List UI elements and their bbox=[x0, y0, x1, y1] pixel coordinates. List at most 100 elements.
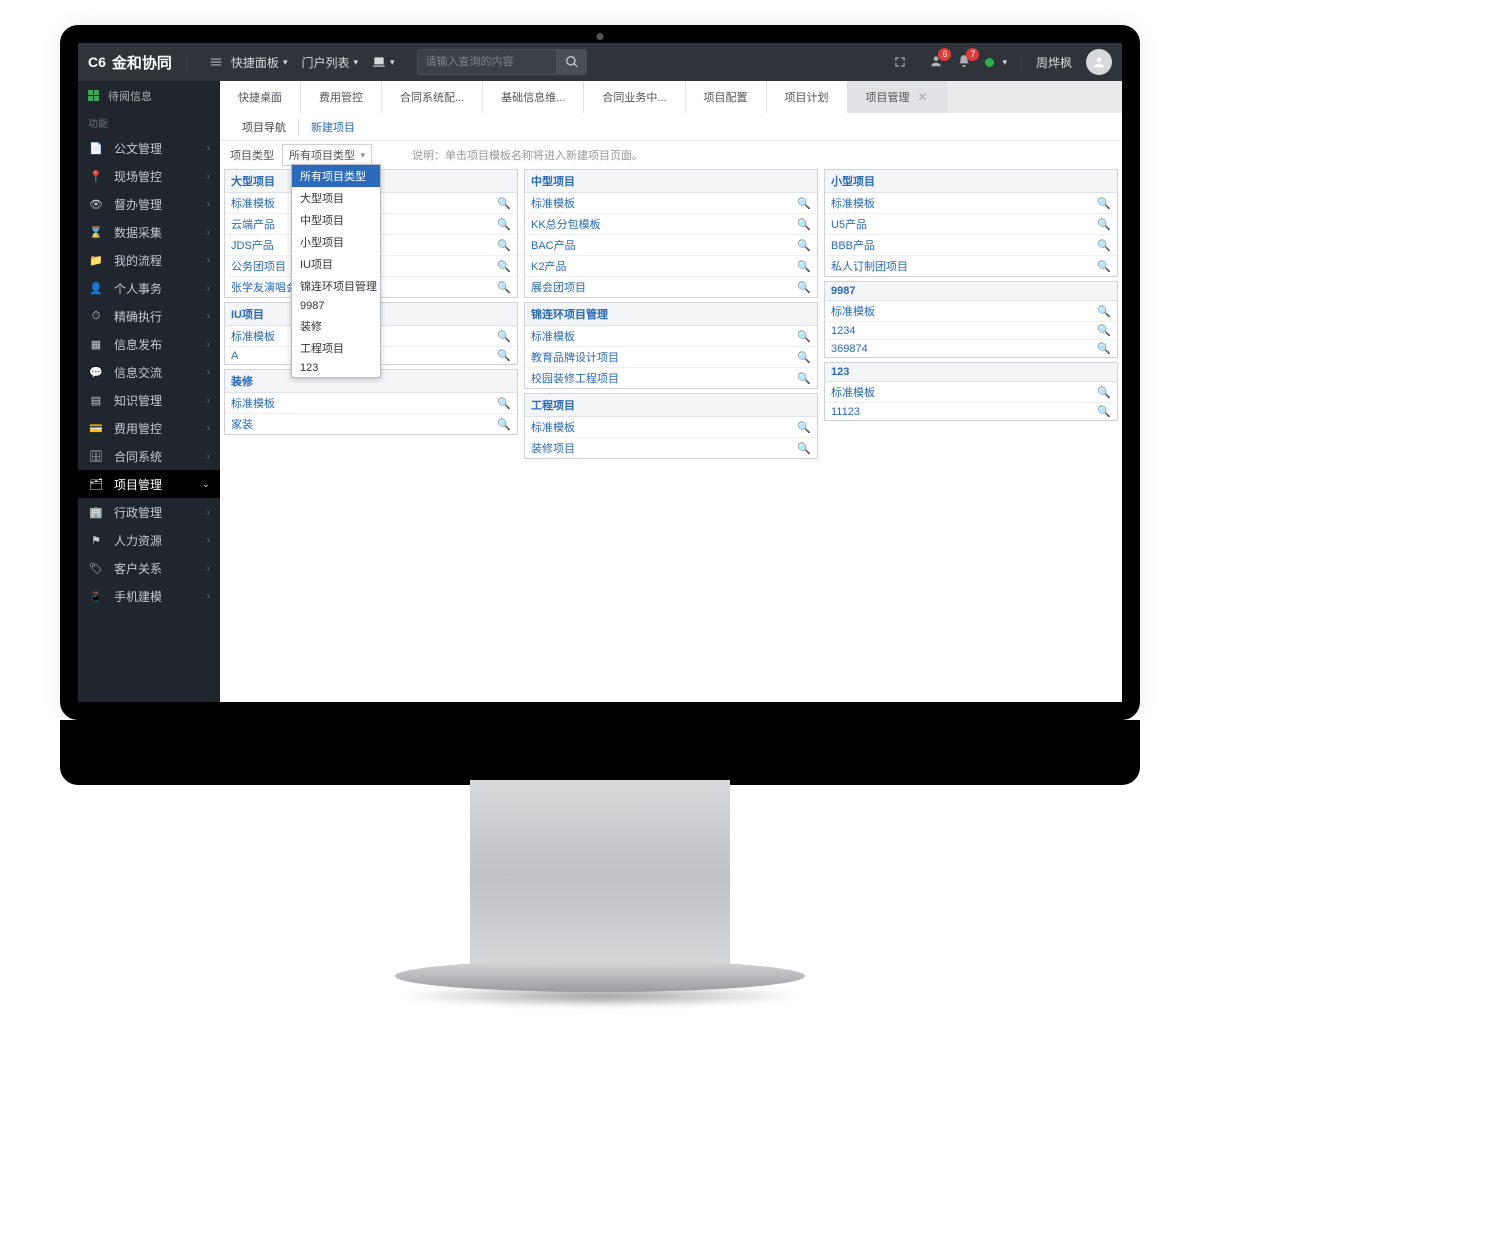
tab-5[interactable]: 项目配置 bbox=[686, 81, 767, 113]
sidebar-item-12[interactable]: 🗂项目管理⌄ bbox=[78, 470, 220, 498]
template-row[interactable]: KK总分包模板🔍 bbox=[525, 214, 817, 235]
sidebar-item-1[interactable]: 📍现场管控› bbox=[78, 162, 220, 190]
dropdown-option[interactable]: 9987 bbox=[292, 297, 380, 315]
template-row[interactable]: K2产品🔍 bbox=[525, 256, 817, 277]
magnifier-icon[interactable]: 🔍 bbox=[497, 349, 511, 362]
magnifier-icon[interactable]: 🔍 bbox=[1097, 386, 1111, 399]
template-row[interactable]: 369874🔍 bbox=[825, 340, 1117, 357]
template-row[interactable]: 标准模板🔍 bbox=[825, 382, 1117, 403]
device-dropdown[interactable]: ▾ bbox=[372, 55, 395, 69]
subtab-nav[interactable]: 项目导航 bbox=[230, 119, 299, 135]
sidebar-item-9[interactable]: ▤知识管理› bbox=[78, 386, 220, 414]
magnifier-icon[interactable]: 🔍 bbox=[1097, 239, 1111, 252]
sidebar-item-15[interactable]: 🏷客户关系› bbox=[78, 554, 220, 582]
template-row[interactable]: 标准模板🔍 bbox=[525, 417, 817, 438]
magnifier-icon[interactable]: 🔍 bbox=[497, 218, 511, 231]
template-row[interactable]: 装修项目🔍 bbox=[525, 438, 817, 458]
sidebar-item-16[interactable]: 📱手机建模› bbox=[78, 582, 220, 610]
sidebar-item-11[interactable]: 🗄合同系统› bbox=[78, 442, 220, 470]
status-dropdown[interactable]: ▾ bbox=[985, 57, 1007, 68]
tab-7[interactable]: 项目管理✕ bbox=[848, 81, 947, 113]
magnifier-icon[interactable]: 🔍 bbox=[797, 442, 811, 455]
magnifier-icon[interactable]: 🔍 bbox=[1097, 305, 1111, 318]
magnifier-icon[interactable]: 🔍 bbox=[797, 372, 811, 385]
sidebar-item-7[interactable]: ▦信息发布› bbox=[78, 330, 220, 358]
magnifier-icon[interactable]: 🔍 bbox=[797, 281, 811, 294]
template-row[interactable]: 展会团项目🔍 bbox=[525, 277, 817, 297]
sidebar-item-5[interactable]: 👤个人事务› bbox=[78, 274, 220, 302]
template-row[interactable]: 教育品牌设计项目🔍 bbox=[525, 347, 817, 368]
template-row[interactable]: 标准模板🔍 bbox=[525, 326, 817, 347]
dropdown-option[interactable]: 装修 bbox=[292, 315, 380, 337]
template-row[interactable]: 校园装修工程项目🔍 bbox=[525, 368, 817, 388]
template-row[interactable]: BAC产品🔍 bbox=[525, 235, 817, 256]
magnifier-icon[interactable]: 🔍 bbox=[797, 197, 811, 210]
magnifier-icon[interactable]: 🔍 bbox=[797, 239, 811, 252]
sidebar-item-2[interactable]: 👁督办管理› bbox=[78, 190, 220, 218]
bell-icon[interactable]: 7 bbox=[957, 54, 971, 71]
dropdown-option[interactable]: 123 bbox=[292, 359, 380, 377]
tab-4[interactable]: 合同业务中... bbox=[584, 81, 685, 113]
template-row[interactable]: 11123🔍 bbox=[825, 403, 1117, 420]
template-row[interactable]: U5产品🔍 bbox=[825, 214, 1117, 235]
template-row[interactable]: 标准模板🔍 bbox=[525, 193, 817, 214]
magnifier-icon[interactable]: 🔍 bbox=[497, 330, 511, 343]
magnifier-icon[interactable]: 🔍 bbox=[797, 218, 811, 231]
template-row[interactable]: BBB产品🔍 bbox=[825, 235, 1117, 256]
magnifier-icon[interactable]: 🔍 bbox=[497, 239, 511, 252]
tab-0[interactable]: 快捷桌面 bbox=[220, 81, 301, 113]
sidebar-item-14[interactable]: ⚑人力资源› bbox=[78, 526, 220, 554]
template-row[interactable]: 1234🔍 bbox=[825, 322, 1117, 340]
dropdown-option[interactable]: IU项目 bbox=[292, 253, 380, 275]
template-row[interactable]: 标准模板🔍 bbox=[825, 193, 1117, 214]
magnifier-icon[interactable]: 🔍 bbox=[797, 330, 811, 343]
search-input[interactable] bbox=[417, 49, 557, 75]
sidebar-item-0[interactable]: 📄公文管理› bbox=[78, 134, 220, 162]
dropdown-option[interactable]: 所有项目类型 bbox=[292, 165, 380, 187]
sidebar-item-8[interactable]: 💬信息交流› bbox=[78, 358, 220, 386]
menu-toggle-icon[interactable] bbox=[205, 51, 227, 73]
magnifier-icon[interactable]: 🔍 bbox=[1097, 342, 1111, 355]
dropdown-option[interactable]: 大型项目 bbox=[292, 187, 380, 209]
close-icon[interactable]: ✕ bbox=[918, 90, 928, 104]
search-button[interactable] bbox=[557, 49, 587, 75]
template-row[interactable]: 标准模板🔍 bbox=[225, 393, 517, 414]
tab-3[interactable]: 基础信息维... bbox=[483, 81, 584, 113]
subtab-new-project[interactable]: 新建项目 bbox=[299, 119, 367, 135]
magnifier-icon[interactable]: 🔍 bbox=[497, 397, 511, 410]
tab-2[interactable]: 合同系统配... bbox=[382, 81, 483, 113]
magnifier-icon[interactable]: 🔍 bbox=[797, 421, 811, 434]
template-row[interactable]: 标准模板🔍 bbox=[825, 301, 1117, 322]
project-type-select[interactable]: 所有项目类型 ▾ bbox=[282, 144, 372, 166]
magnifier-icon[interactable]: 🔍 bbox=[497, 197, 511, 210]
sidebar-item-13[interactable]: 🏢行政管理› bbox=[78, 498, 220, 526]
nav-top-messages[interactable]: 待阅信息 bbox=[78, 81, 220, 111]
quick-panel-dropdown[interactable]: 快捷面板 ▾ bbox=[231, 54, 288, 71]
sidebar-item-3[interactable]: ⌛数据采集› bbox=[78, 218, 220, 246]
magnifier-icon[interactable]: 🔍 bbox=[1097, 405, 1111, 418]
magnifier-icon[interactable]: 🔍 bbox=[797, 351, 811, 364]
portal-list-dropdown[interactable]: 门户列表 ▾ bbox=[301, 54, 358, 71]
fullscreen-icon[interactable] bbox=[889, 51, 911, 73]
dropdown-option[interactable]: 锦连环项目管理 bbox=[292, 275, 380, 297]
magnifier-icon[interactable]: 🔍 bbox=[497, 281, 511, 294]
template-row[interactable]: 私人订制团项目🔍 bbox=[825, 256, 1117, 276]
magnifier-icon[interactable]: 🔍 bbox=[1097, 218, 1111, 231]
magnifier-icon[interactable]: 🔍 bbox=[797, 260, 811, 273]
magnifier-icon[interactable]: 🔍 bbox=[497, 260, 511, 273]
sidebar-item-6[interactable]: ⏱精确执行› bbox=[78, 302, 220, 330]
sidebar-item-10[interactable]: 💳费用管控› bbox=[78, 414, 220, 442]
contacts-icon[interactable]: 6 bbox=[929, 54, 943, 71]
magnifier-icon[interactable]: 🔍 bbox=[1097, 324, 1111, 337]
sidebar-item-4[interactable]: 📁我的流程› bbox=[78, 246, 220, 274]
magnifier-icon[interactable]: 🔍 bbox=[497, 418, 511, 431]
tab-6[interactable]: 项目计划 bbox=[767, 81, 848, 113]
magnifier-icon[interactable]: 🔍 bbox=[1097, 197, 1111, 210]
template-row[interactable]: 家装🔍 bbox=[225, 414, 517, 434]
dropdown-option[interactable]: 中型项目 bbox=[292, 209, 380, 231]
dropdown-option[interactable]: 小型项目 bbox=[292, 231, 380, 253]
magnifier-icon[interactable]: 🔍 bbox=[1097, 260, 1111, 273]
tab-1[interactable]: 费用管控 bbox=[301, 81, 382, 113]
dropdown-option[interactable]: 工程项目 bbox=[292, 337, 380, 359]
avatar[interactable] bbox=[1086, 49, 1112, 75]
